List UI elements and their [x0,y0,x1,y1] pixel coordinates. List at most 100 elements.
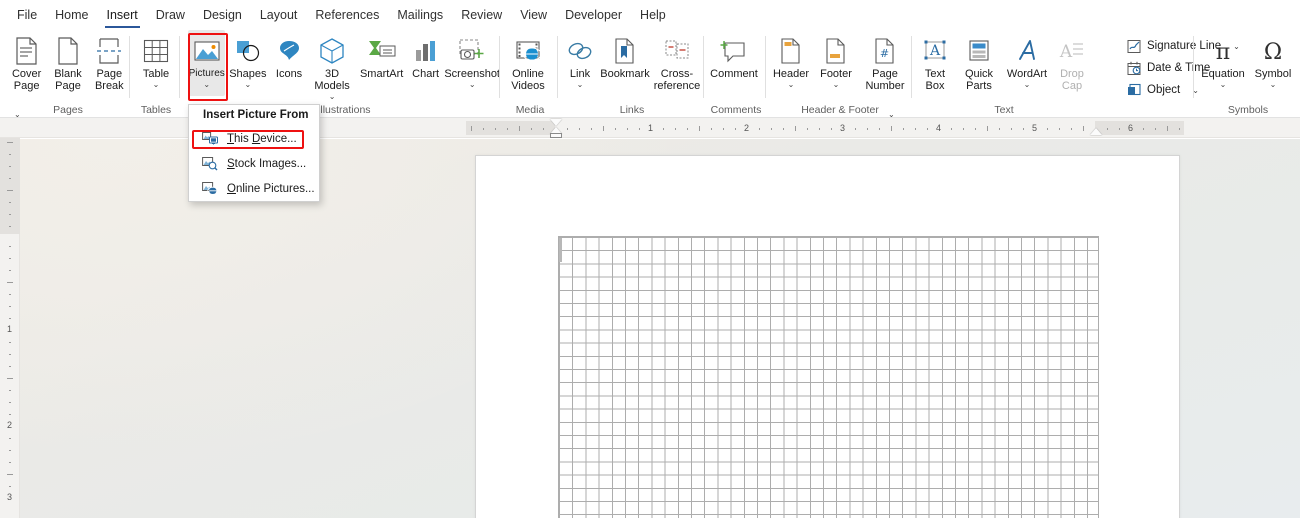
tab-developer[interactable]: Developer [556,1,631,29]
menu-item-online-pictures[interactable]: Online Pictures... [189,176,319,201]
chevron-down-icon[interactable]: ⌄ [245,80,252,89]
equation-button[interactable]: π Equation ⌄ [1198,30,1248,96]
symbol-icon: Ω [1260,35,1286,67]
tab-mailings[interactable]: Mailings [388,1,452,29]
chart-label: Chart [412,68,440,80]
cover-page-icon [14,35,40,67]
3d-models-button[interactable]: 3D Models ⌄ [308,30,357,101]
tab-references[interactable]: References [306,1,388,29]
left-indent-marker[interactable] [550,133,562,138]
tab-home[interactable]: Home [46,1,97,29]
menu-item-stock-images[interactable]: Stock Images... [189,151,319,176]
text-box-label: Text Box [924,68,946,92]
quick-parts-button[interactable]: Quick Parts [956,30,1002,96]
icons-button[interactable]: Icons [270,30,307,96]
shapes-button[interactable]: Shapes ⌄ [225,30,270,96]
tab-design[interactable]: Design [194,1,251,29]
group-label-symbols: Symbols [1227,104,1269,116]
page-break-icon [95,35,123,67]
tab-label: Developer [565,8,623,22]
chart-button[interactable]: Chart [407,30,444,96]
document-page[interactable] [475,155,1180,518]
online-videos-label: Online Videos [511,68,545,92]
chevron-down-icon[interactable]: ⌄ [577,80,584,89]
ruler-number: 1 [648,123,654,133]
ruler-number: 4 [936,123,942,133]
header-icon [779,35,803,67]
cross-reference-button[interactable]: Cross- reference [650,30,704,96]
chevron-down-icon[interactable]: ⌄ [1024,80,1031,89]
page-number-icon: # [873,35,897,67]
vertical-ruler[interactable]: 1 2 3 [0,138,20,518]
page-break-label: Page Break [94,68,124,92]
bookmark-button[interactable]: Bookmark [600,30,650,96]
grid-table[interactable] [558,236,1099,518]
group-label-tables: Tables [140,104,172,116]
insert-picture-menu: Insert Picture From This Device... Stock… [188,104,320,202]
quick-parts-icon [966,35,992,67]
cover-page-button[interactable]: Cover Page [6,30,47,96]
icons-icon [275,35,303,67]
right-margin-shade [1095,121,1184,135]
wordart-icon [1014,35,1040,67]
right-indent-marker[interactable] [1090,128,1102,135]
wordart-button[interactable]: WordArt ⌄ [1002,30,1052,96]
bookmark-icon [612,35,638,67]
menu-item-this-device[interactable]: This Device... [189,126,319,151]
smartart-button[interactable]: SmartArt [356,30,407,96]
group-separator [129,36,130,98]
signature-line-icon [1126,38,1142,54]
tab-label: Insert [106,8,138,22]
tab-draw[interactable]: Draw [147,1,194,29]
tab-insert[interactable]: Insert [98,1,147,29]
tab-label: Help [640,8,666,22]
text-box-icon: A [921,35,949,67]
tab-label: Home [55,8,89,22]
chevron-down-icon[interactable]: ⌄ [788,80,795,89]
comment-button[interactable]: Comment [706,30,762,96]
drop-cap-button[interactable]: A Drop Cap [1052,30,1092,96]
ribbon-tab-bar: File Home Insert Draw Design Layout Refe… [0,0,1300,30]
link-button[interactable]: Link ⌄ [560,30,600,96]
stock-images-icon [201,156,218,172]
table-cursor [559,238,562,262]
tab-layout[interactable]: Layout [251,1,307,29]
drop-cap-label: Drop Cap [1060,68,1084,92]
ribbon-group-tables: Table ⌄ Tables [132,30,180,118]
page-number-button[interactable]: # Page Number [858,30,912,96]
tab-review[interactable]: Review [452,1,511,29]
footer-label: Footer [820,68,852,80]
cross-reference-icon [663,35,691,67]
first-line-indent-marker[interactable] [550,119,562,126]
ribbon-group-comments: Comment Comments [706,30,766,118]
group-label-links: Links [619,104,645,116]
footer-button[interactable]: Footer ⌄ [814,30,858,96]
chevron-down-icon[interactable]: ⌄ [833,80,840,89]
tab-label: Review [461,8,503,22]
tab-file[interactable]: File [8,1,46,29]
symbol-button[interactable]: Ω Symbol ⌄ [1248,30,1298,96]
grid-right-edge [1098,237,1099,518]
shapes-icon [234,35,262,67]
online-videos-button[interactable]: Online Videos [502,30,554,96]
icons-label: Icons [275,68,303,80]
screenshot-button[interactable]: Screenshot ⌄ [444,30,500,96]
page-break-button[interactable]: Page Break [89,30,130,96]
chevron-down-icon[interactable]: ⌄ [1270,80,1277,89]
blank-page-button[interactable]: Blank Page [47,30,88,96]
table-button[interactable]: Table ⌄ [132,30,180,96]
pictures-button[interactable]: Pictures ⌄ [188,30,226,96]
screenshot-icon [457,35,487,67]
chevron-down-icon[interactable]: ⌄ [203,80,210,89]
header-button[interactable]: Header ⌄ [768,30,814,96]
tab-view[interactable]: View [511,1,556,29]
chevron-down-icon[interactable]: ⌄ [1220,80,1227,89]
text-box-button[interactable]: A Text Box [914,30,956,96]
chevron-down-icon[interactable]: ⌄ [153,80,160,89]
chevron-down-icon[interactable]: ⌄ [469,80,476,89]
online-pictures-icon [201,181,218,197]
tab-label: Mailings [397,8,444,22]
this-device-icon [201,131,218,147]
chevron-down-icon[interactable]: ⌄ [329,92,336,101]
tab-help[interactable]: Help [631,1,675,29]
